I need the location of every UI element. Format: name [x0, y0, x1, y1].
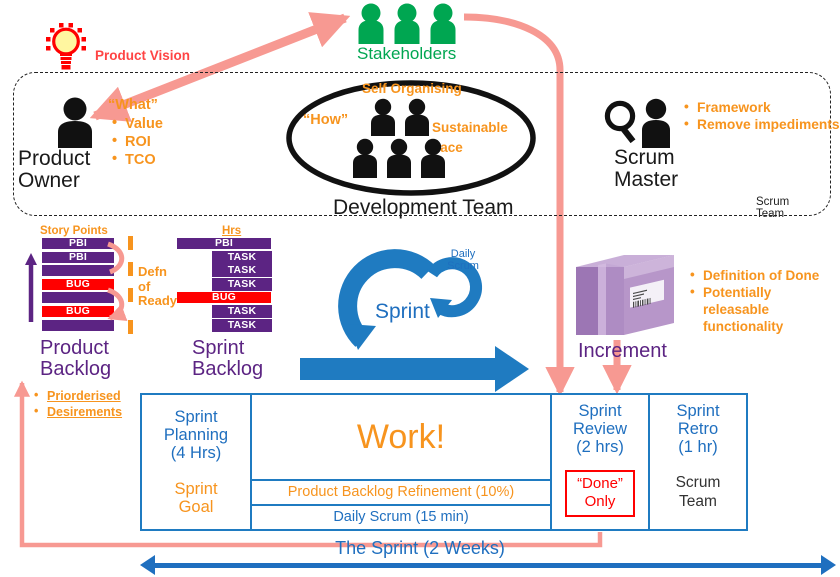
magnifier-icon	[604, 100, 636, 144]
done-line2: Only	[584, 493, 616, 511]
sprint-backlog-item[interactable]: TASK	[212, 250, 272, 264]
ds-line2: Scrum	[447, 260, 479, 273]
pb-title-line1: Product	[40, 337, 109, 359]
done-line1: “Done”	[577, 475, 623, 493]
development-team-name: Development Team	[333, 196, 514, 219]
sprint-goal-label: Sprint Goal	[174, 480, 217, 516]
sg-line2: Goal	[178, 498, 214, 517]
cell-daily-scrum[interactable]: Daily Scrum (15 min)	[250, 504, 552, 531]
sprint-duration-arrow-shaft	[152, 563, 824, 568]
backlog-grooming-brackets	[107, 241, 128, 322]
po-bullet-0: Value	[110, 114, 163, 133]
sprint-backlog-item[interactable]: BUG	[177, 292, 271, 304]
stakeholders-label: Stakeholders	[357, 44, 457, 63]
priority-up-arrow	[24, 252, 38, 324]
lightbulb-icon	[44, 22, 92, 74]
sb-title-line2: Backlog	[192, 358, 264, 380]
product-backlog-title: Product Backlog	[40, 338, 111, 380]
product-vision-label: Product Vision	[95, 48, 191, 63]
sm-name-line2: Master	[614, 168, 679, 192]
dor-line1: Defn	[138, 264, 167, 279]
sr-line2: Review	[572, 420, 628, 439]
dor-line2: of	[138, 278, 151, 294]
sm-bullet-0: Framework	[682, 98, 840, 116]
sp-duration: (4 Hrs)	[170, 443, 222, 462]
sprint-review-title: Sprint Review (2 hrs)	[573, 402, 627, 456]
sp-line2: Planning	[163, 425, 229, 444]
sprint-duration-arrow-head-right	[821, 555, 836, 575]
daily-scrum-label: Daily Scrum	[441, 248, 485, 273]
sprint-planning-title: Sprint Planning (4 Hrs)	[164, 408, 228, 462]
ds-line1: Daily	[450, 248, 476, 260]
scrum-master-icon	[603, 98, 675, 148]
sg-line1: Sprint	[174, 480, 218, 499]
po-name-line1: Product	[18, 147, 91, 170]
done-only-badge: “Done” Only	[565, 470, 635, 518]
sprint-retro-title: Sprint Retro (1 hr)	[676, 402, 719, 456]
sr-duration: (2 hrs)	[576, 438, 624, 457]
dor-line3: Ready	[138, 293, 178, 309]
inc-bullet-0: Definition of Done	[688, 267, 838, 285]
product-owner-name: Product Owner	[18, 147, 91, 193]
sprint-timeline-table: Sprint Planning (4 Hrs) Sprint Goal Work…	[140, 393, 833, 531]
srt-line1: Sprint	[676, 402, 720, 420]
sb-title-line1: Sprint	[192, 337, 245, 359]
cell-sprint-review[interactable]: Sprint Review (2 hrs) “Done” Only	[550, 393, 650, 531]
story-points-label: Story Points	[40, 225, 108, 237]
how-label: “How”	[303, 112, 349, 128]
sprint-duration-label: The Sprint (2 Weeks)	[335, 538, 505, 558]
inc-bullet-1: Potentially releasable functionality	[688, 284, 838, 336]
sprint-backlog-item[interactable]: TASK	[212, 277, 272, 291]
pb-bullet-0: Priorderised	[32, 388, 122, 405]
srt-line2: Retro	[677, 420, 719, 439]
hrs-label: Hrs	[222, 225, 242, 237]
pb-title-line2: Backlog	[40, 358, 112, 380]
pb-bullet-1: Desirements	[32, 404, 122, 421]
scrum-master-bullets: Framework Remove impediments	[682, 98, 840, 133]
po-bullet-2: TCO	[110, 150, 163, 169]
srt-duration: (1 hr)	[678, 438, 718, 457]
sprint-backlog-item[interactable]: TASK	[212, 318, 272, 332]
cell-sprint-retro[interactable]: Sprint Retro (1 hr) Scrum Team	[648, 393, 748, 531]
daily-scrum-row-label: Daily Scrum (15 min)	[333, 509, 469, 526]
increment-label: Increment	[578, 340, 667, 362]
sr-line1: Sprint	[578, 402, 622, 420]
dev-team-people-bottom	[348, 138, 460, 178]
sustainable-line1: Sustainable	[432, 120, 508, 135]
sprint-backlog-stack: PBI TASK TASK TASK BUG TASK TASK	[177, 238, 272, 334]
retro-attendees: Scrum Team	[676, 474, 721, 511]
stakeholders-icons	[355, 2, 460, 44]
product-owner-what-label: “What”	[108, 97, 158, 113]
scrum-framework-diagram: Product Vision Stakeholders Scrum Team P…	[0, 0, 840, 577]
ra-line2: Team	[679, 493, 717, 511]
work-label: Work!	[356, 417, 446, 456]
dev-team-people-top	[366, 98, 442, 136]
sprint-cycle-label: Sprint	[375, 300, 430, 323]
cell-work[interactable]: Work!	[250, 393, 552, 481]
product-owner-icon	[52, 96, 98, 148]
sprint-backlog-item[interactable]: PBI	[177, 238, 271, 249]
sm-name-line1: Scrum	[614, 146, 675, 169]
sp-line1: Sprint	[174, 407, 218, 426]
increment-bullets: Definition of Done Potentially releasabl…	[688, 267, 838, 336]
po-bullet-1: ROI	[110, 132, 163, 151]
cell-product-backlog-refinement[interactable]: Product Backlog Refinement (10%)	[250, 479, 552, 506]
box-icon	[572, 243, 678, 339]
sm-bullet-1: Remove impediments	[682, 115, 840, 133]
product-backlog-bullets: Priorderised Desirements	[32, 388, 122, 421]
scrum-master-name: Scrum Master	[614, 146, 679, 192]
sprint-duration-arrow-head-left	[140, 555, 155, 575]
cell-sprint-planning[interactable]: Sprint Planning (4 Hrs) Sprint Goal	[140, 393, 252, 531]
refinement-label: Product Backlog Refinement (10%)	[287, 484, 515, 501]
product-owner-bullets: Value ROI TCO	[110, 114, 163, 169]
sprint-backlog-item[interactable]: TASK	[212, 264, 272, 278]
ra-line1: Scrum	[675, 474, 721, 492]
sprint-backlog-title: Sprint Backlog	[192, 338, 263, 380]
self-organising-label: Self Organising	[362, 81, 462, 96]
definition-of-ready-label: Defn of Ready	[138, 264, 178, 309]
po-name-line2: Owner	[18, 169, 80, 193]
sprint-backlog-item[interactable]: TASK	[212, 305, 272, 318]
